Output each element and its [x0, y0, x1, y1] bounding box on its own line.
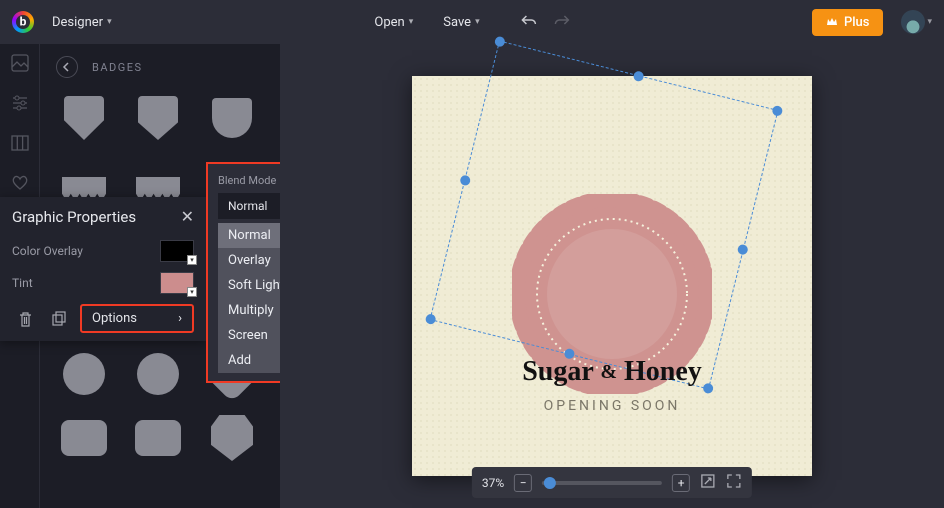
undo-button[interactable]	[522, 13, 538, 32]
close-icon[interactable]: ✕	[181, 207, 194, 226]
tint-label: Tint	[12, 276, 33, 290]
panel-header: BADGES	[56, 56, 264, 78]
badge-plaque-3[interactable]	[130, 412, 186, 464]
swatch-dropdown-icon: ▾	[187, 255, 197, 265]
headline[interactable]: Sugar & Honey	[412, 356, 812, 388]
options-label: Options	[92, 311, 137, 326]
headline-word-2: Honey	[624, 356, 702, 387]
chevron-down-icon: ▾	[409, 17, 414, 27]
chevron-down-icon: ▾	[107, 17, 112, 27]
properties-title: Graphic Properties	[12, 208, 136, 226]
badge-seal-2[interactable]	[130, 348, 186, 400]
crown-icon	[826, 16, 838, 28]
badge-shield-1[interactable]	[56, 92, 112, 144]
chevron-down-icon: ▾	[475, 17, 480, 27]
badge-crest[interactable]	[204, 412, 260, 464]
subhead[interactable]: OPENING SOON	[412, 398, 812, 414]
zoom-slider[interactable]	[542, 481, 662, 485]
rail-image-icon[interactable]	[11, 54, 29, 76]
topbar-center: Open ▾ Save ▾	[374, 13, 569, 32]
undo-redo-group	[522, 13, 570, 32]
panel-title: BADGES	[92, 61, 143, 74]
headline-word-1: Sugar	[522, 356, 593, 387]
zoom-bar: 37% − +	[472, 467, 752, 498]
zoom-thumb[interactable]	[544, 477, 556, 489]
mode-menu[interactable]: Designer ▾	[52, 15, 112, 30]
open-menu[interactable]: Open ▾	[374, 15, 413, 30]
fullscreen-button[interactable]	[726, 473, 742, 492]
chevron-down-icon: ▾	[927, 17, 932, 27]
upgrade-plus-button[interactable]: Plus	[812, 9, 884, 36]
options-button[interactable]: Options ›	[80, 304, 194, 333]
duplicate-button[interactable]	[46, 306, 72, 332]
chevron-right-icon: ›	[178, 311, 182, 326]
fit-screen-button[interactable]	[700, 473, 716, 492]
avatar	[901, 10, 925, 34]
app-logo[interactable]	[12, 11, 34, 33]
zoom-in-button[interactable]: +	[672, 474, 690, 492]
badge-shield-3[interactable]	[204, 92, 260, 144]
badge-seal-1[interactable]	[56, 348, 112, 400]
rail-heart-icon[interactable]	[11, 174, 29, 196]
color-overlay-label: Color Overlay	[12, 244, 83, 258]
save-label: Save	[443, 15, 471, 30]
delete-button[interactable]	[12, 306, 38, 332]
redo-button[interactable]	[554, 13, 570, 32]
zoom-percent: 37%	[482, 476, 504, 490]
badge-plaque-2[interactable]	[56, 412, 112, 464]
headline-ampersand: &	[600, 361, 617, 383]
back-button[interactable]	[56, 56, 78, 78]
canvas-area: Sugar & Honey OPENING SOON 37% − +	[280, 44, 944, 508]
rail-sliders-icon[interactable]	[11, 94, 29, 116]
color-overlay-swatch[interactable]: ▾	[160, 240, 194, 262]
open-label: Open	[374, 15, 404, 30]
mode-label: Designer	[52, 15, 103, 30]
plus-label: Plus	[844, 15, 870, 30]
topbar: Designer ▾ Open ▾ Save ▾ Plus ▾	[0, 0, 944, 44]
rail-columns-icon[interactable]	[11, 134, 29, 156]
badge-shield-2[interactable]	[130, 92, 186, 144]
blend-selected-value: Normal	[228, 199, 267, 213]
artboard[interactable]: Sugar & Honey OPENING SOON	[412, 76, 812, 476]
graphic-properties-panel: Graphic Properties ✕ Color Overlay ▾ Tin…	[0, 197, 206, 341]
zoom-out-button[interactable]: −	[514, 474, 532, 492]
tint-swatch[interactable]: ▾	[160, 272, 194, 294]
save-menu[interactable]: Save ▾	[443, 15, 479, 30]
swatch-dropdown-icon: ▾	[187, 287, 197, 297]
user-menu[interactable]: ▾	[901, 10, 932, 34]
